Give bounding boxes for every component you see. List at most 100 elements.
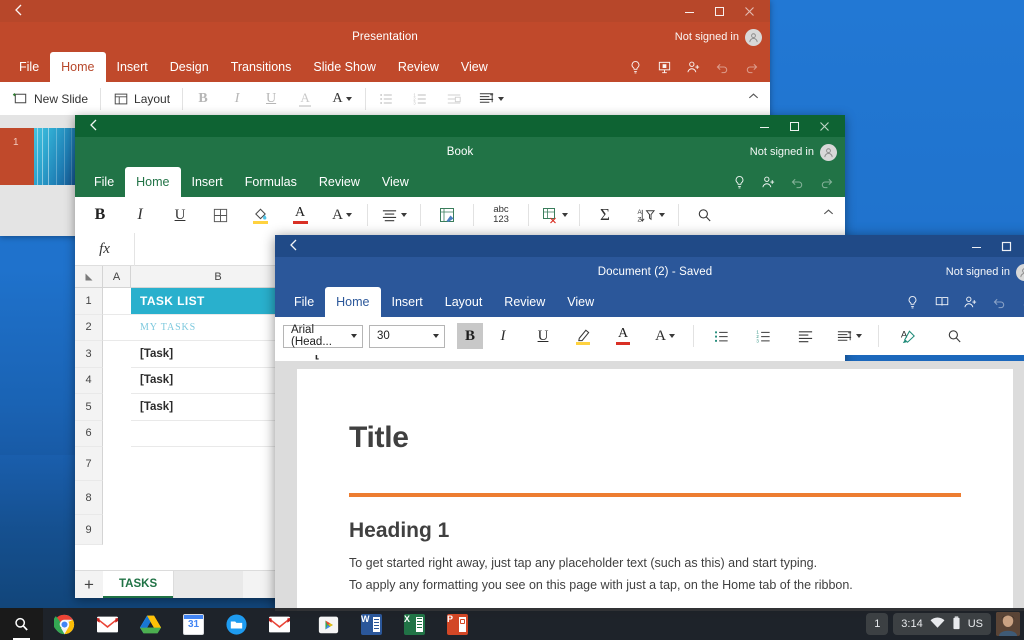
collapse-ribbon-icon[interactable]	[822, 206, 835, 224]
chrome-icon[interactable]	[43, 608, 86, 640]
excel-titlebar[interactable]	[75, 115, 845, 137]
tab-file[interactable]: File	[83, 167, 125, 197]
excel-quick-actions[interactable]	[725, 167, 841, 197]
italic-button[interactable]: I	[120, 197, 160, 233]
gmail-icon[interactable]	[86, 608, 129, 640]
tab-review[interactable]: Review	[493, 287, 556, 317]
minimize-icon[interactable]	[961, 235, 991, 257]
clock-label[interactable]: 3:14	[901, 618, 922, 630]
font-color-button[interactable]: A	[288, 82, 322, 115]
row-header-4[interactable]: 4	[75, 367, 103, 394]
tab-review[interactable]: Review	[308, 167, 371, 197]
cell-a6[interactable]	[103, 421, 131, 447]
word-tab-bar[interactable]: File Home Insert Layout Review View	[275, 287, 1024, 317]
close-icon[interactable]	[734, 0, 764, 22]
google-drive-icon[interactable]	[129, 608, 172, 640]
back-arrow-icon[interactable]	[10, 2, 28, 20]
excel-account[interactable]: Not signed in	[750, 137, 837, 167]
slide-thumbnail-pane[interactable]: 1	[0, 115, 77, 236]
word-page-area[interactable]: Title Heading 1 To get started right awa…	[275, 361, 1024, 611]
excel-ribbon[interactable]: B I U A A abc 123 Σ A Z	[75, 197, 845, 233]
tab-insert[interactable]: Insert	[181, 167, 234, 197]
row-header-1[interactable]: 1	[75, 288, 103, 315]
excel-icon[interactable]: X	[13, 608, 436, 640]
bullets-button[interactable]	[369, 82, 403, 115]
share-person-icon[interactable]	[956, 287, 985, 317]
font-name-select[interactable]: Arial (Head...	[283, 324, 363, 348]
slide-thumbnail-1[interactable]: 1	[0, 128, 77, 185]
font-format-button[interactable]: A	[643, 317, 687, 355]
new-slide-button[interactable]: New Slide	[6, 82, 97, 115]
lightbulb-icon[interactable]	[621, 52, 650, 82]
word-quick-actions[interactable]	[898, 287, 1024, 317]
bold-button[interactable]: B	[186, 82, 220, 115]
tray-status-pill[interactable]: 3:14 US	[893, 613, 991, 635]
chevron-down-icon[interactable]	[561, 213, 568, 217]
user-avatar[interactable]	[996, 612, 1020, 636]
row-header-5[interactable]: 5	[75, 394, 103, 421]
numbering-button[interactable]: 123	[403, 82, 437, 115]
row-header-8[interactable]: 8	[75, 481, 103, 515]
cell-a9[interactable]	[103, 515, 131, 545]
excel-tab-bar[interactable]: File Home Insert Formulas Review View	[75, 167, 845, 197]
sheet-tab-tasks[interactable]: TASKS	[103, 571, 174, 598]
tab-insert[interactable]: Insert	[106, 52, 159, 82]
powerpoint-window-controls[interactable]	[674, 0, 764, 22]
powerpoint-icon[interactable]: P	[13, 608, 479, 640]
redo-icon[interactable]	[812, 167, 841, 197]
autosum-button[interactable]: Σ	[583, 197, 627, 233]
maximize-icon[interactable]	[991, 235, 1021, 257]
highlighter-button[interactable]	[563, 317, 603, 355]
cell-a3[interactable]	[103, 341, 131, 368]
collapse-ribbon-icon[interactable]	[747, 90, 760, 108]
select-all-corner[interactable]	[75, 266, 103, 287]
powerpoint-ribbon[interactable]: New Slide Layout B I U A A 123	[0, 82, 770, 115]
cell-a4[interactable]	[103, 368, 131, 394]
wifi-icon[interactable]	[930, 616, 945, 632]
lightbulb-icon[interactable]	[725, 167, 754, 197]
share-person-icon[interactable]	[754, 167, 783, 197]
bullets-button[interactable]	[700, 317, 742, 355]
row-header-3[interactable]: 3	[75, 341, 103, 368]
word-account[interactable]: Not signed in	[946, 257, 1024, 287]
maximize-icon[interactable]	[704, 0, 734, 22]
font-size-select[interactable]: 30	[369, 324, 445, 348]
italic-button[interactable]: I	[483, 317, 523, 355]
tab-home[interactable]: Home	[125, 167, 181, 197]
tab-slide-show[interactable]: Slide Show	[302, 52, 387, 82]
sort-filter-button[interactable]: AZ	[627, 197, 675, 233]
powerpoint-quick-actions[interactable]	[621, 52, 766, 82]
sheet-tab-area[interactable]	[173, 571, 244, 598]
borders-button[interactable]	[200, 197, 240, 233]
numbering-button[interactable]: 123	[742, 317, 784, 355]
powerpoint-account[interactable]: Not signed in	[675, 22, 762, 52]
powerpoint-tab-bar[interactable]: File Home Insert Design Transitions Slid…	[0, 52, 770, 82]
tab-layout[interactable]: Layout	[434, 287, 494, 317]
chevron-down-icon[interactable]	[498, 96, 505, 101]
avatar[interactable]	[745, 28, 762, 46]
row-header-7[interactable]: 7	[75, 447, 103, 481]
back-arrow-icon[interactable]	[285, 237, 303, 255]
cell-a1[interactable]	[103, 288, 131, 315]
tab-formulas[interactable]: Formulas	[234, 167, 308, 197]
word-ribbon[interactable]: Arial (Head... 30 B I U A A 123 A	[275, 317, 1024, 355]
redo-icon[interactable]	[1014, 287, 1024, 317]
tab-view[interactable]: View	[371, 167, 420, 197]
word-window[interactable]: Document (2) - Saved Not signed in File …	[275, 235, 1024, 611]
row-header-2[interactable]: 2	[75, 314, 103, 341]
font-color-button[interactable]: A	[280, 197, 320, 233]
word-document-page[interactable]: Title Heading 1 To get started right awa…	[297, 369, 1013, 611]
play-store-icon[interactable]	[307, 608, 350, 640]
chevron-down-icon[interactable]	[856, 334, 862, 338]
cell-a7[interactable]	[103, 447, 131, 481]
align-left-button[interactable]	[784, 317, 826, 355]
document-heading1[interactable]: Heading 1	[349, 519, 961, 543]
calendar-icon[interactable]: 31	[172, 608, 215, 640]
cell-a5[interactable]	[103, 394, 131, 421]
row-header-9[interactable]: 9	[75, 515, 103, 545]
paragraph-button[interactable]	[826, 317, 872, 355]
tab-insert[interactable]: Insert	[381, 287, 434, 317]
minimize-icon[interactable]	[749, 115, 779, 137]
tab-transitions[interactable]: Transitions	[220, 52, 303, 82]
close-icon[interactable]	[809, 115, 839, 137]
